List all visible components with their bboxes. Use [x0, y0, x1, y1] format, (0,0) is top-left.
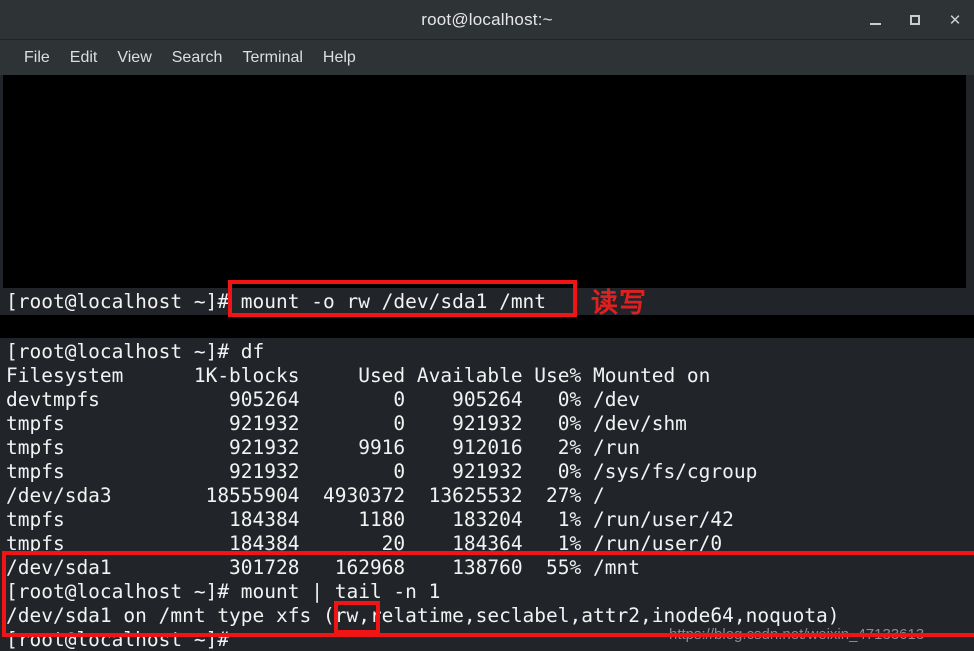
menubar: File Edit View Search Terminal Help: [0, 40, 974, 75]
terminal-line: [root@localhost ~]# df: [6, 340, 265, 363]
menu-item-edit[interactable]: Edit: [60, 47, 108, 69]
terminal-line: tmpfs 184384 1180 183204 1% /run/user/42: [6, 508, 734, 531]
maximize-button[interactable]: [904, 9, 926, 31]
menu-item-search[interactable]: Search: [162, 47, 233, 69]
close-icon: ✕: [948, 11, 962, 29]
close-button[interactable]: ✕: [944, 9, 966, 31]
menu-item-terminal[interactable]: Terminal: [232, 47, 312, 69]
terminal-line: devtmpfs 905264 0 905264 0% /dev: [6, 388, 640, 411]
terminal-line: /dev/sda3 18555904 4930372 13625532 27% …: [6, 484, 605, 507]
minimize-icon: [869, 23, 881, 25]
watermark-text: https://blog.csdn.net/weixin_47133613: [669, 626, 925, 643]
menu-item-help[interactable]: Help: [313, 47, 366, 69]
terminal-line: /dev/sda1 on /mnt type xfs (rw,relatime,…: [6, 604, 840, 627]
read-write-note: 读写: [591, 288, 647, 319]
window-controls: ✕: [864, 0, 966, 40]
menu-item-file[interactable]: File: [14, 47, 60, 69]
terminal-line-mount-command: [root@localhost ~]# mount -o rw /dev/sda…: [6, 290, 547, 313]
terminal-line: [root@localhost ~]#: [6, 628, 230, 651]
terminal-line: [root@localhost ~]# mount | tail -n 1: [6, 580, 441, 603]
window-titlebar: root@localhost:~ ✕: [0, 0, 974, 40]
menu-item-view[interactable]: View: [107, 47, 161, 69]
terminal-output-area[interactable]: [root@localhost ~]# mount -o rw /dev/sda…: [0, 75, 974, 651]
minimize-button[interactable]: [864, 9, 886, 31]
terminal-window: root@localhost:~ ✕ File Edit View Search…: [0, 0, 974, 651]
terminal-line: /dev/sda1 301728 162968 138760 55% /mnt: [6, 556, 640, 579]
terminal-empty-region-top: [3, 75, 966, 288]
terminal-line: tmpfs 921932 0 921932 0% /dev/shm: [6, 412, 687, 435]
terminal-empty-region-middle: [0, 315, 974, 338]
terminal-line: Filesystem 1K-blocks Used Available Use%…: [6, 364, 711, 387]
terminal-line: tmpfs 921932 9916 912016 2% /run: [6, 436, 640, 459]
terminal-line: tmpfs 184384 20 184364 1% /run/user/0: [6, 532, 723, 555]
maximize-icon: [910, 15, 920, 25]
terminal-line: tmpfs 921932 0 921932 0% /sys/fs/cgroup: [6, 460, 758, 483]
window-title: root@localhost:~: [421, 10, 553, 29]
